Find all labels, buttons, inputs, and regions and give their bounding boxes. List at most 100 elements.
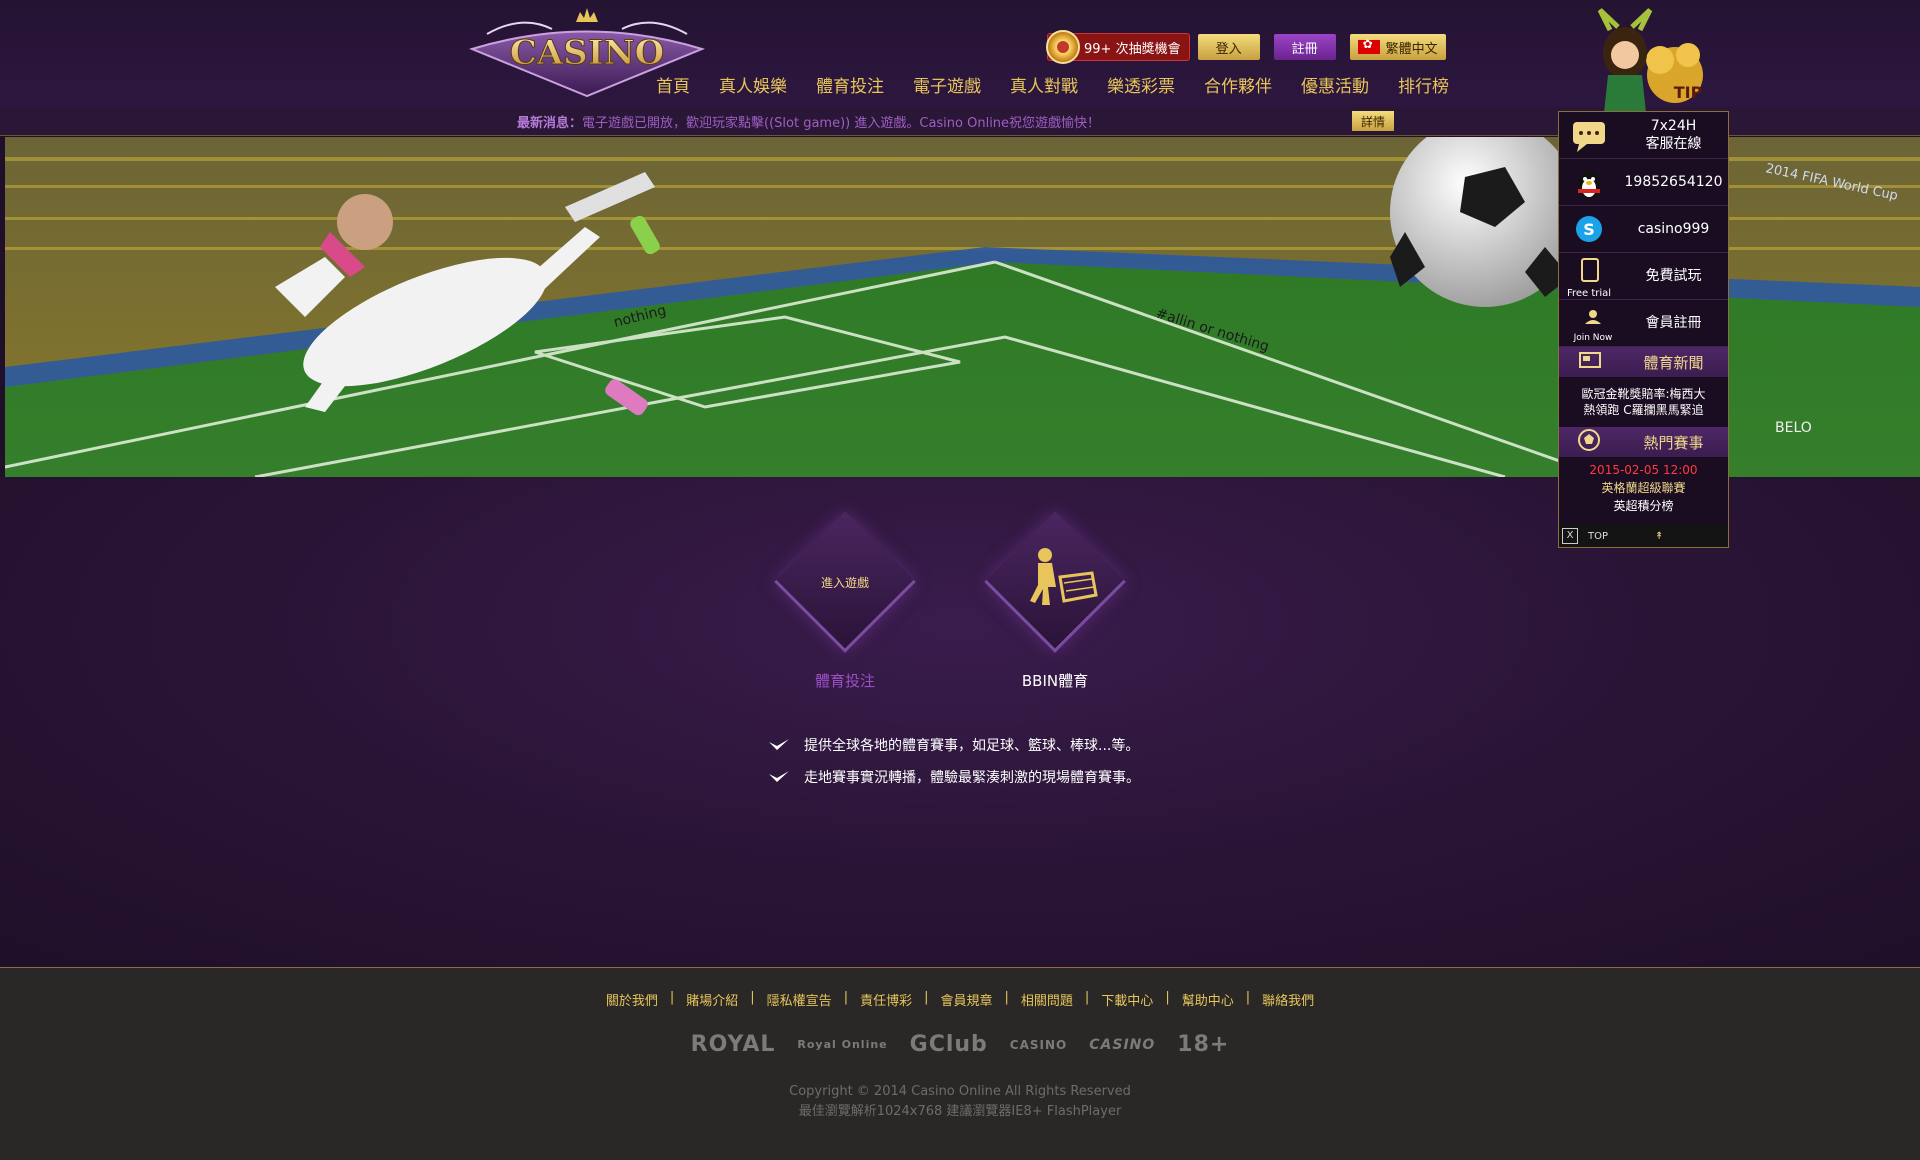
playing-card-icon: Free trial <box>1559 253 1619 300</box>
sports-news-line-2: 熱領跑 C羅攔黑馬緊追 <box>1583 403 1704 417</box>
hot-match-item[interactable]: 2015-02-05 12:00 英格蘭超級聯賽 英超積分榜 <box>1559 457 1728 525</box>
back-to-top-arrow-icon[interactable]: ↟ <box>1655 531 1663 542</box>
nav-live-battle[interactable]: 真人對戰 <box>1010 72 1078 97</box>
register-button[interactable]: 註冊 <box>1273 34 1336 60</box>
join-caption: Join Now <box>1573 333 1613 343</box>
news-detail-button[interactable]: 詳情 <box>1352 111 1395 131</box>
nav-live-casino[interactable]: 真人娛樂 <box>719 72 787 97</box>
sports-news-title: 體育新聞 <box>1643 353 1704 372</box>
nav-lottery[interactable]: 樂透彩票 <box>1107 72 1175 97</box>
category-sports-betting[interactable]: 體育投注 <box>770 670 920 691</box>
footer-link-contact[interactable]: 聯絡我們 <box>1262 990 1314 1009</box>
separator: | <box>1004 990 1009 1005</box>
login-button[interactable]: 登入 <box>1197 34 1260 60</box>
hot-matches-header: 熱門賽事 <box>1559 427 1728 457</box>
side-panel-footer: X TOP ↟ <box>1559 525 1728 547</box>
footer-link-casino-intro[interactable]: 賭場介紹 <box>686 990 738 1009</box>
main-content: 進入遊戲 體育投注 BBIN體育 提供全球各地的體育賽事，如足球、籃球、棒球..… <box>0 477 1920 967</box>
nav-sports[interactable]: 體育投注 <box>816 72 884 97</box>
support-online: 客服在線 <box>1645 136 1702 152</box>
lottery-button[interactable]: 99+ 次抽獎機會 <box>1046 30 1190 64</box>
tip-label: TIP <box>1674 83 1703 102</box>
qq-number: 19852654120 <box>1624 174 1723 190</box>
copyright: Copyright © 2014 Casino Online All Right… <box>0 1082 1920 1122</box>
footer-link-help[interactable]: 幫助中心 <box>1182 990 1234 1009</box>
top-actions: 99+ 次抽獎機會 登入 註冊 繁體中文 <box>1046 30 1446 64</box>
footer-link-rules[interactable]: 會員規章 <box>940 990 992 1009</box>
back-to-top-label[interactable]: TOP <box>1588 531 1608 542</box>
mascot-girl-icon: TIP <box>1597 8 1703 113</box>
side-skype[interactable]: S casino999 <box>1559 206 1728 253</box>
checkmark-icon <box>769 739 789 750</box>
partner-casino-logo: CASINO <box>1089 1036 1156 1053</box>
language-selector[interactable]: 繁體中文 <box>1349 34 1446 60</box>
footballer-goal-icon <box>1030 548 1098 605</box>
separator: | <box>924 990 929 1005</box>
bbin-sports-tile[interactable] <box>980 507 1130 657</box>
footer-links: 關於我們 | 賭場介紹 | 隱私權宣告 | 責任博彩 | 會員規章 | 相關問題 | 下載中… <box>0 990 1920 1009</box>
side-support[interactable]: 7x24H 客服在線 <box>1559 112 1728 159</box>
lottery-label: 99+ 次抽獎機會 <box>1084 41 1181 57</box>
news-content: 電子遊戲已開放，歡迎玩家點擊((Slot game)) 進入遊戲。Casino … <box>582 116 1101 131</box>
join-user-icon: Join Now <box>1559 300 1619 347</box>
side-qq[interactable]: 19852654120 <box>1559 159 1728 206</box>
soccer-ball-small-icon <box>1559 425 1619 459</box>
feature-text: 提供全球各地的體育賽事，如足球、籃球、棒球...等。 <box>804 738 1140 754</box>
category-bbin-sports[interactable]: BBIN體育 <box>980 670 1130 691</box>
news-label: 最新消息： <box>517 116 583 131</box>
footer-link-faq[interactable]: 相關問題 <box>1021 990 1073 1009</box>
free-trial-caption: Free trial <box>1567 288 1611 299</box>
browser-note: 最佳瀏覽解析1024x768 建議瀏覽器IE8+ FlashPlayer <box>798 1104 1122 1119</box>
footer-link-about[interactable]: 關於我們 <box>606 990 658 1009</box>
side-service-panel: 7x24H 客服在線 19852654120 S casino999 Free … <box>1558 111 1729 548</box>
copyright-text: Copyright © 2014 Casino Online All Right… <box>789 1084 1131 1099</box>
partner-royal-logo: ROYAL <box>690 1032 776 1057</box>
sports-news-header: 體育新聞 <box>1559 347 1728 377</box>
coin-icon <box>1046 30 1080 64</box>
nav-home[interactable]: 首頁 <box>656 72 690 97</box>
news-text: 最新消息：電子遊戲已開放，歡迎玩家點擊((Slot game)) 進入遊戲。Ca… <box>517 112 1100 131</box>
separator: | <box>1165 990 1170 1005</box>
side-join[interactable]: Join Now 會員註冊 <box>1559 300 1728 347</box>
nav-partners[interactable]: 合作夥伴 <box>1204 72 1272 97</box>
separator: | <box>750 990 755 1005</box>
separator: | <box>669 990 675 1005</box>
footer-link-privacy[interactable]: 隱私權宣告 <box>767 990 832 1009</box>
nav-slots[interactable]: 電子遊戲 <box>913 72 981 97</box>
partner-dg-casino-logo: CASINO <box>1009 1037 1068 1052</box>
checkmark-icon <box>769 771 789 782</box>
partner-royal-online-logo: Royal Online <box>797 1038 888 1051</box>
qq-penguin-icon <box>1559 159 1619 206</box>
skype-id: casino999 <box>1637 221 1710 237</box>
sports-news-item[interactable]: 歐冠金靴獎賠率:梅西大 熱領跑 C羅攔黑馬緊追 <box>1559 377 1728 427</box>
sports-news-line-1: 歐冠金靴獎賠率:梅西大 <box>1581 387 1706 401</box>
footer: 關於我們 | 賭場介紹 | 隱私權宣告 | 責任博彩 | 會員規章 | 相關問題 | 下載中… <box>0 967 1920 1160</box>
nav-promotions[interactable]: 優惠活動 <box>1301 72 1369 97</box>
newspaper-icon <box>1559 345 1619 379</box>
partner-logos: ROYAL Royal Online GClub CASINO CASINO 1… <box>0 1032 1920 1057</box>
enter-game-tile[interactable]: 進入遊戲 <box>770 507 920 657</box>
hot-match-league: 英格蘭超級聯賽 <box>1601 481 1686 495</box>
hot-matches-title: 熱門賽事 <box>1643 433 1704 452</box>
feature-item: 走地賽事實況轉播，體驗最緊湊刺激的現場體育賽事。 <box>768 767 1140 787</box>
logo-text: CASINO <box>510 33 665 73</box>
hong-kong-flag-icon <box>1357 37 1380 54</box>
separator: | <box>843 990 849 1005</box>
separator: | <box>1084 990 1090 1005</box>
feature-text: 走地賽事實況轉播，體驗最緊湊刺激的現場體育賽事。 <box>804 770 1140 786</box>
footer-link-responsible[interactable]: 責任博彩 <box>860 990 912 1009</box>
hot-match-standings: 英超積分榜 <box>1613 499 1674 513</box>
age-18-plus-badge: 18+ <box>1177 1032 1230 1057</box>
feature-item: 提供全球各地的體育賽事，如足球、籃球、棒球...等。 <box>768 735 1139 755</box>
side-free-trial[interactable]: Free trial 免費試玩 <box>1559 253 1728 300</box>
nav-leaderboard[interactable]: 排行榜 <box>1398 72 1449 97</box>
hot-match-date: 2015-02-05 12:00 <box>1589 463 1698 477</box>
footer-link-download[interactable]: 下載中心 <box>1101 990 1153 1009</box>
close-panel-button[interactable]: X <box>1562 528 1578 544</box>
join-label: 會員註冊 <box>1645 315 1702 331</box>
svg-text:S: S <box>1583 220 1595 239</box>
partner-gclub-logo: GClub <box>909 1032 988 1057</box>
enter-game-label: 進入遊戲 <box>820 575 869 590</box>
free-trial-label: 免費試玩 <box>1645 268 1702 284</box>
skype-icon: S <box>1559 206 1619 253</box>
